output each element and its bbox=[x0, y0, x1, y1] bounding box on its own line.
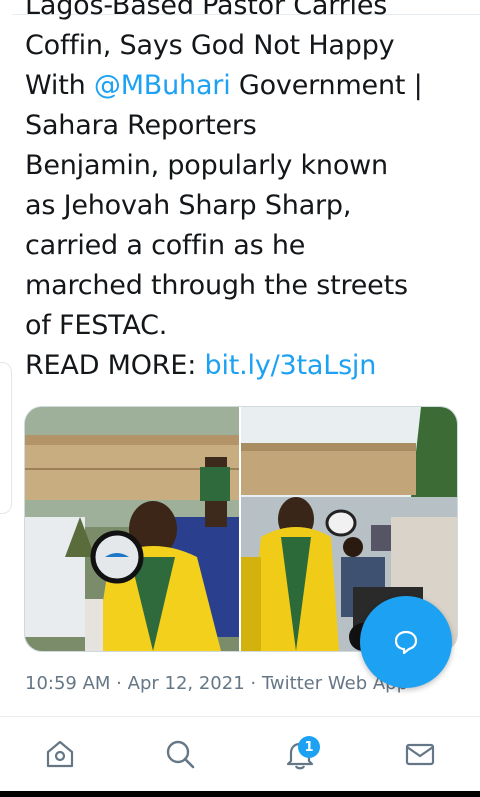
read-more-label: READ MORE: bbox=[25, 350, 197, 381]
read-more-link[interactable]: bit.ly/3taLsjn bbox=[205, 350, 377, 381]
photo-pastor-with-coffin-and-megaphone[interactable] bbox=[25, 407, 239, 651]
home-icon bbox=[46, 740, 74, 768]
search-icon bbox=[166, 740, 195, 769]
tweet-metadata: 10:59 AM · Apr 12, 2021 · Twitter Web Ap… bbox=[25, 673, 408, 694]
nav-home[interactable] bbox=[30, 724, 90, 784]
tweet-line: Benjamin, popularly known bbox=[25, 150, 388, 181]
with-word: With bbox=[25, 70, 86, 101]
side-panel-handle[interactable] bbox=[0, 362, 12, 514]
tweet-line: marched through the streets bbox=[25, 270, 408, 301]
tweet-line: Lagos-Based Pastor Carries bbox=[25, 0, 388, 21]
tweet-line: Coffin, Says God Not Happy bbox=[25, 30, 395, 61]
tweet-line: of FESTAC. bbox=[25, 310, 168, 341]
read-more-line: READ MORE: bit.ly/3taLsjn bbox=[25, 346, 465, 386]
photo-1-illustration bbox=[25, 407, 239, 651]
compose-button[interactable] bbox=[360, 596, 452, 688]
mention-link[interactable]: @MBuhari bbox=[94, 70, 231, 101]
nav-search[interactable] bbox=[150, 724, 210, 784]
tweet-line: carried a coffin as he bbox=[25, 230, 306, 261]
government-text: Government | bbox=[238, 70, 423, 101]
meta-separator: · bbox=[110, 673, 128, 694]
meta-separator: · bbox=[244, 673, 262, 694]
tweet-date[interactable]: Apr 12, 2021 bbox=[128, 673, 245, 694]
tweet-line: as Jehovah Sharp Sharp, bbox=[25, 190, 352, 221]
tweet-time[interactable]: 10:59 AM bbox=[25, 673, 110, 694]
tweet-line-mention: With @MBuhari Government | bbox=[25, 66, 465, 106]
nav-notifications[interactable]: 1 bbox=[270, 724, 330, 784]
system-navigation-bar bbox=[0, 791, 480, 797]
chat-bubble-icon bbox=[394, 630, 418, 655]
bottom-navigation: 1 bbox=[0, 717, 480, 791]
nav-messages[interactable] bbox=[390, 724, 450, 784]
tweet-line: Sahara Reporters bbox=[25, 110, 257, 141]
mail-icon bbox=[405, 743, 435, 766]
tweet-body: Lagos-Based Pastor Carries Coffin, Says … bbox=[25, 0, 465, 386]
notification-badge: 1 bbox=[298, 736, 320, 758]
